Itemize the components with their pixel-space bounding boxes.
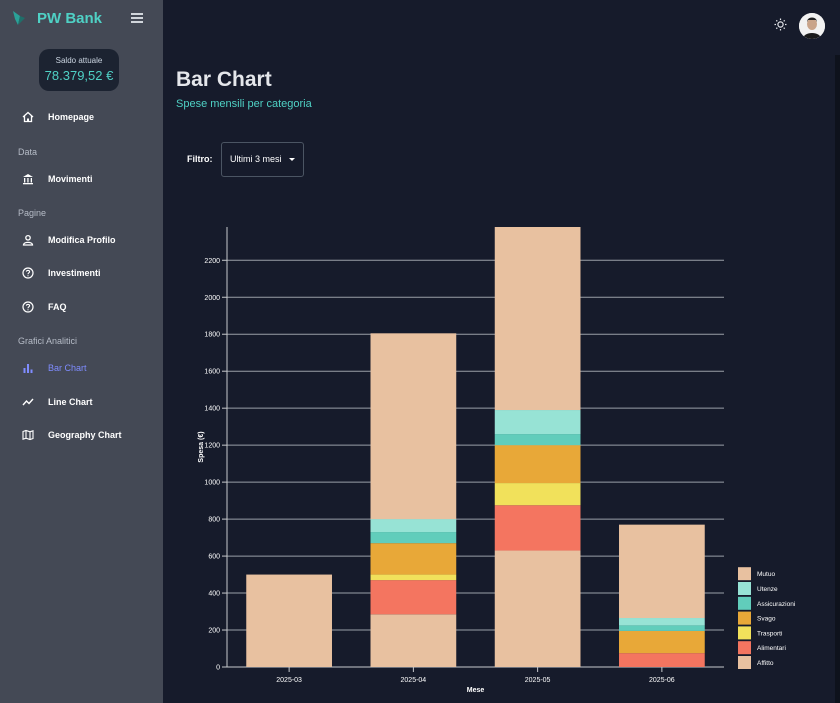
bar-segment [494,434,581,446]
bar-segment [494,227,581,411]
y-tick-label: 1000 [204,480,220,487]
bar-segment [494,505,581,551]
bar-segment [370,574,457,581]
bar-segment [370,580,457,615]
legend-label: Trasporti [757,630,782,637]
bar-segment [494,410,581,435]
nav-label-faq: FAQ [48,302,67,312]
nav-label-investimenti: Investimenti [48,268,101,278]
nav-item-geography-chart[interactable]: Geography Chart [22,429,122,441]
x-tick-label: 2025-03 [276,677,302,684]
legend-label: Alimentari [757,645,786,652]
legend-swatch [738,641,751,655]
nav-label-modifica-profilo: Modifica Profilo [48,235,116,245]
y-tick-label: 1400 [204,406,220,413]
nav-item-faq[interactable]: FAQ [22,301,67,313]
bar-segment [619,618,705,626]
bar-segment [246,574,332,667]
nav-label-line-chart: Line Chart [48,397,93,407]
bar-segment [494,445,581,484]
y-tick-label: 1800 [204,332,220,339]
nav-label-homepage: Homepage [48,112,95,122]
legend-swatch [738,596,751,610]
nav-label-geography-chart: Geography Chart [48,430,122,440]
line-chart-icon [22,398,34,406]
balance-label: Saldo attuale [55,56,103,65]
nav-item-investimenti[interactable]: Investimenti [22,267,101,279]
balance-value: 78.379,52 € [44,68,114,83]
nav-item-homepage[interactable]: Homepage [22,111,94,123]
hamburger-icon[interactable] [131,13,143,23]
y-tick-label: 1600 [204,369,220,376]
section-label-grafici: Grafici Analitici [18,336,78,346]
bar-segment [370,532,457,544]
bar-segment [494,550,581,667]
help-circle-icon [22,301,34,313]
nav-item-movimenti[interactable]: Movimenti [22,173,93,185]
y-tick-label: 1200 [204,443,220,450]
main-content: Bar Chart Spese mensili per categoria Fi… [163,0,840,703]
section-label-pagine: Pagine [18,208,47,218]
bank-icon [23,174,33,185]
y-tick-label: 600 [208,554,220,561]
brand-name: PW Bank [37,9,103,27]
bar-segment [494,483,581,506]
legend-swatch [738,567,751,581]
sidebar: PW Bank Saldo attuale 78.379,52 € Homepa… [0,0,163,703]
y-tick-label: 800 [208,517,220,524]
x-axis-label: Mese [467,687,485,694]
legend-label: Utenze [757,586,778,593]
legend-swatch [738,611,751,625]
nav-item-modifica-profilo[interactable]: Modifica Profilo [22,234,116,246]
map-icon [22,429,34,441]
legend-swatch [738,626,751,640]
balance-card: Saldo attuale 78.379,52 € [39,49,119,91]
nav-item-line-chart[interactable]: Line Chart [22,396,93,408]
y-axis-label: Spesa (€) [198,431,205,462]
user-icon [22,234,34,246]
home-icon [22,111,34,123]
y-tick-label: 200 [208,628,220,635]
bar-segment [370,519,457,533]
bar-segment [619,653,705,667]
y-tick-label: 2000 [204,295,220,302]
brand-logo-icon [13,11,25,25]
nav-label-movimenti: Movimenti [48,174,93,184]
bar-segment [619,625,705,631]
section-label-data: Data [18,147,38,157]
bar-segment [619,524,705,619]
bar-chart-icon [23,364,33,373]
bar-segment [619,630,705,654]
legend-swatch [738,656,751,669]
brand[interactable]: PW Bank [10,9,102,27]
legend-swatch [738,582,751,595]
bar-segment [370,543,457,575]
nav-label-bar-chart: Bar Chart [48,363,87,373]
bar-chart: 0 200 400 600 800 1000 1200 1400 1600 1800 2000 220… [198,227,795,694]
y-tick-label: 400 [208,591,220,598]
legend-label: Affitto [757,660,774,667]
legend-label: Assicurazioni [757,601,795,608]
legend-label: Mutuo [757,571,775,578]
bar-segment [370,333,457,520]
x-tick-label: 2025-05 [525,677,551,684]
y-tick-label: 2200 [204,258,220,265]
bar-segment [370,614,457,667]
y-tick-label: 0 [216,665,220,672]
nav-item-bar-chart[interactable]: Bar Chart [22,362,87,374]
help-circle-icon [22,267,34,279]
x-tick-label: 2025-04 [401,677,427,684]
x-tick-label: 2025-06 [649,677,675,684]
legend-label: Svago [757,616,776,623]
scrollbar[interactable] [835,55,840,703]
